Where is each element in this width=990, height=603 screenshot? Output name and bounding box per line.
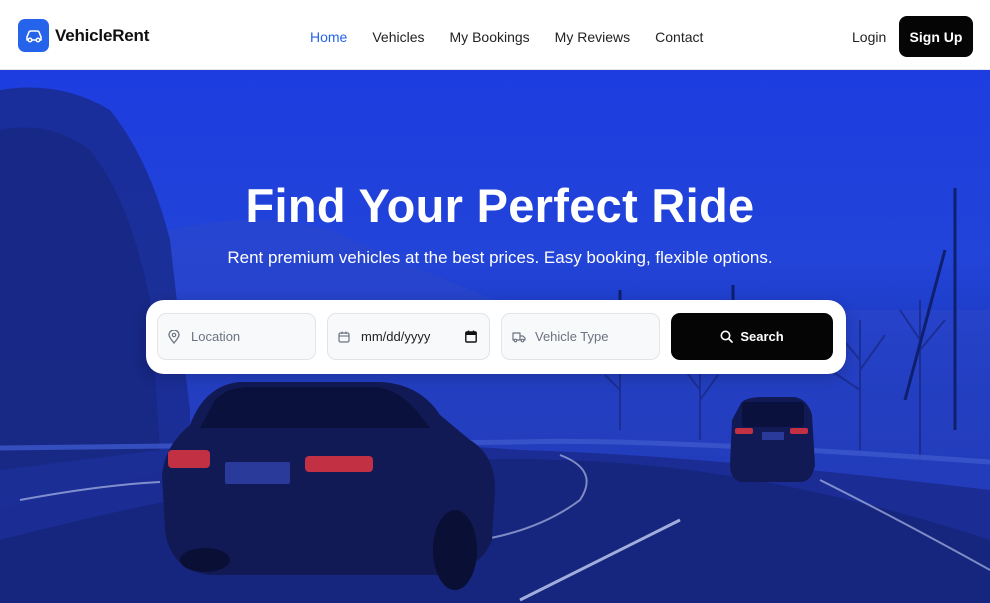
nav-home[interactable]: Home (310, 29, 347, 45)
date-picker-icon[interactable] (465, 330, 477, 348)
nav-my-bookings[interactable]: My Bookings (450, 29, 530, 45)
location-placeholder: Location (191, 329, 241, 344)
hero-title: Find Your Perfect Ride (245, 179, 755, 232)
date-placeholder: mm/dd/yyyy (361, 329, 431, 344)
search-button-label: Search (740, 329, 784, 344)
nav-my-reviews[interactable]: My Reviews (555, 29, 630, 45)
signup-button[interactable]: Sign Up (899, 16, 973, 57)
site-header: VehicleRent Home Vehicles My Bookings My… (0, 0, 990, 70)
hero-section: Find Your Perfect Ride Rent premium vehi… (0, 70, 990, 603)
hero-subtitle: Rent premium vehicles at the best prices… (227, 248, 773, 267)
nav-vehicles[interactable]: Vehicles (372, 29, 424, 45)
map-pin-icon (168, 329, 182, 344)
vehicle-type-placeholder: Vehicle Type (535, 329, 609, 344)
search-icon (720, 330, 734, 343)
nav-contact[interactable]: Contact (655, 29, 703, 45)
location-input[interactable]: Location (157, 313, 316, 360)
login-link[interactable]: Login (852, 29, 886, 45)
car-icon (18, 19, 49, 52)
truck-icon (512, 330, 526, 344)
search-form: Location mm/dd/yyyy Vehicle Type Search (146, 300, 846, 374)
brand-logo[interactable]: VehicleRent (18, 19, 149, 52)
calendar-icon (338, 330, 352, 344)
vehicle-type-input[interactable]: Vehicle Type (501, 313, 660, 360)
brand-name: VehicleRent (55, 25, 150, 45)
search-button[interactable]: Search (671, 313, 833, 360)
date-input[interactable]: mm/dd/yyyy (327, 313, 490, 360)
main-nav: Home Vehicles My Bookings My Reviews Con… (310, 29, 728, 45)
